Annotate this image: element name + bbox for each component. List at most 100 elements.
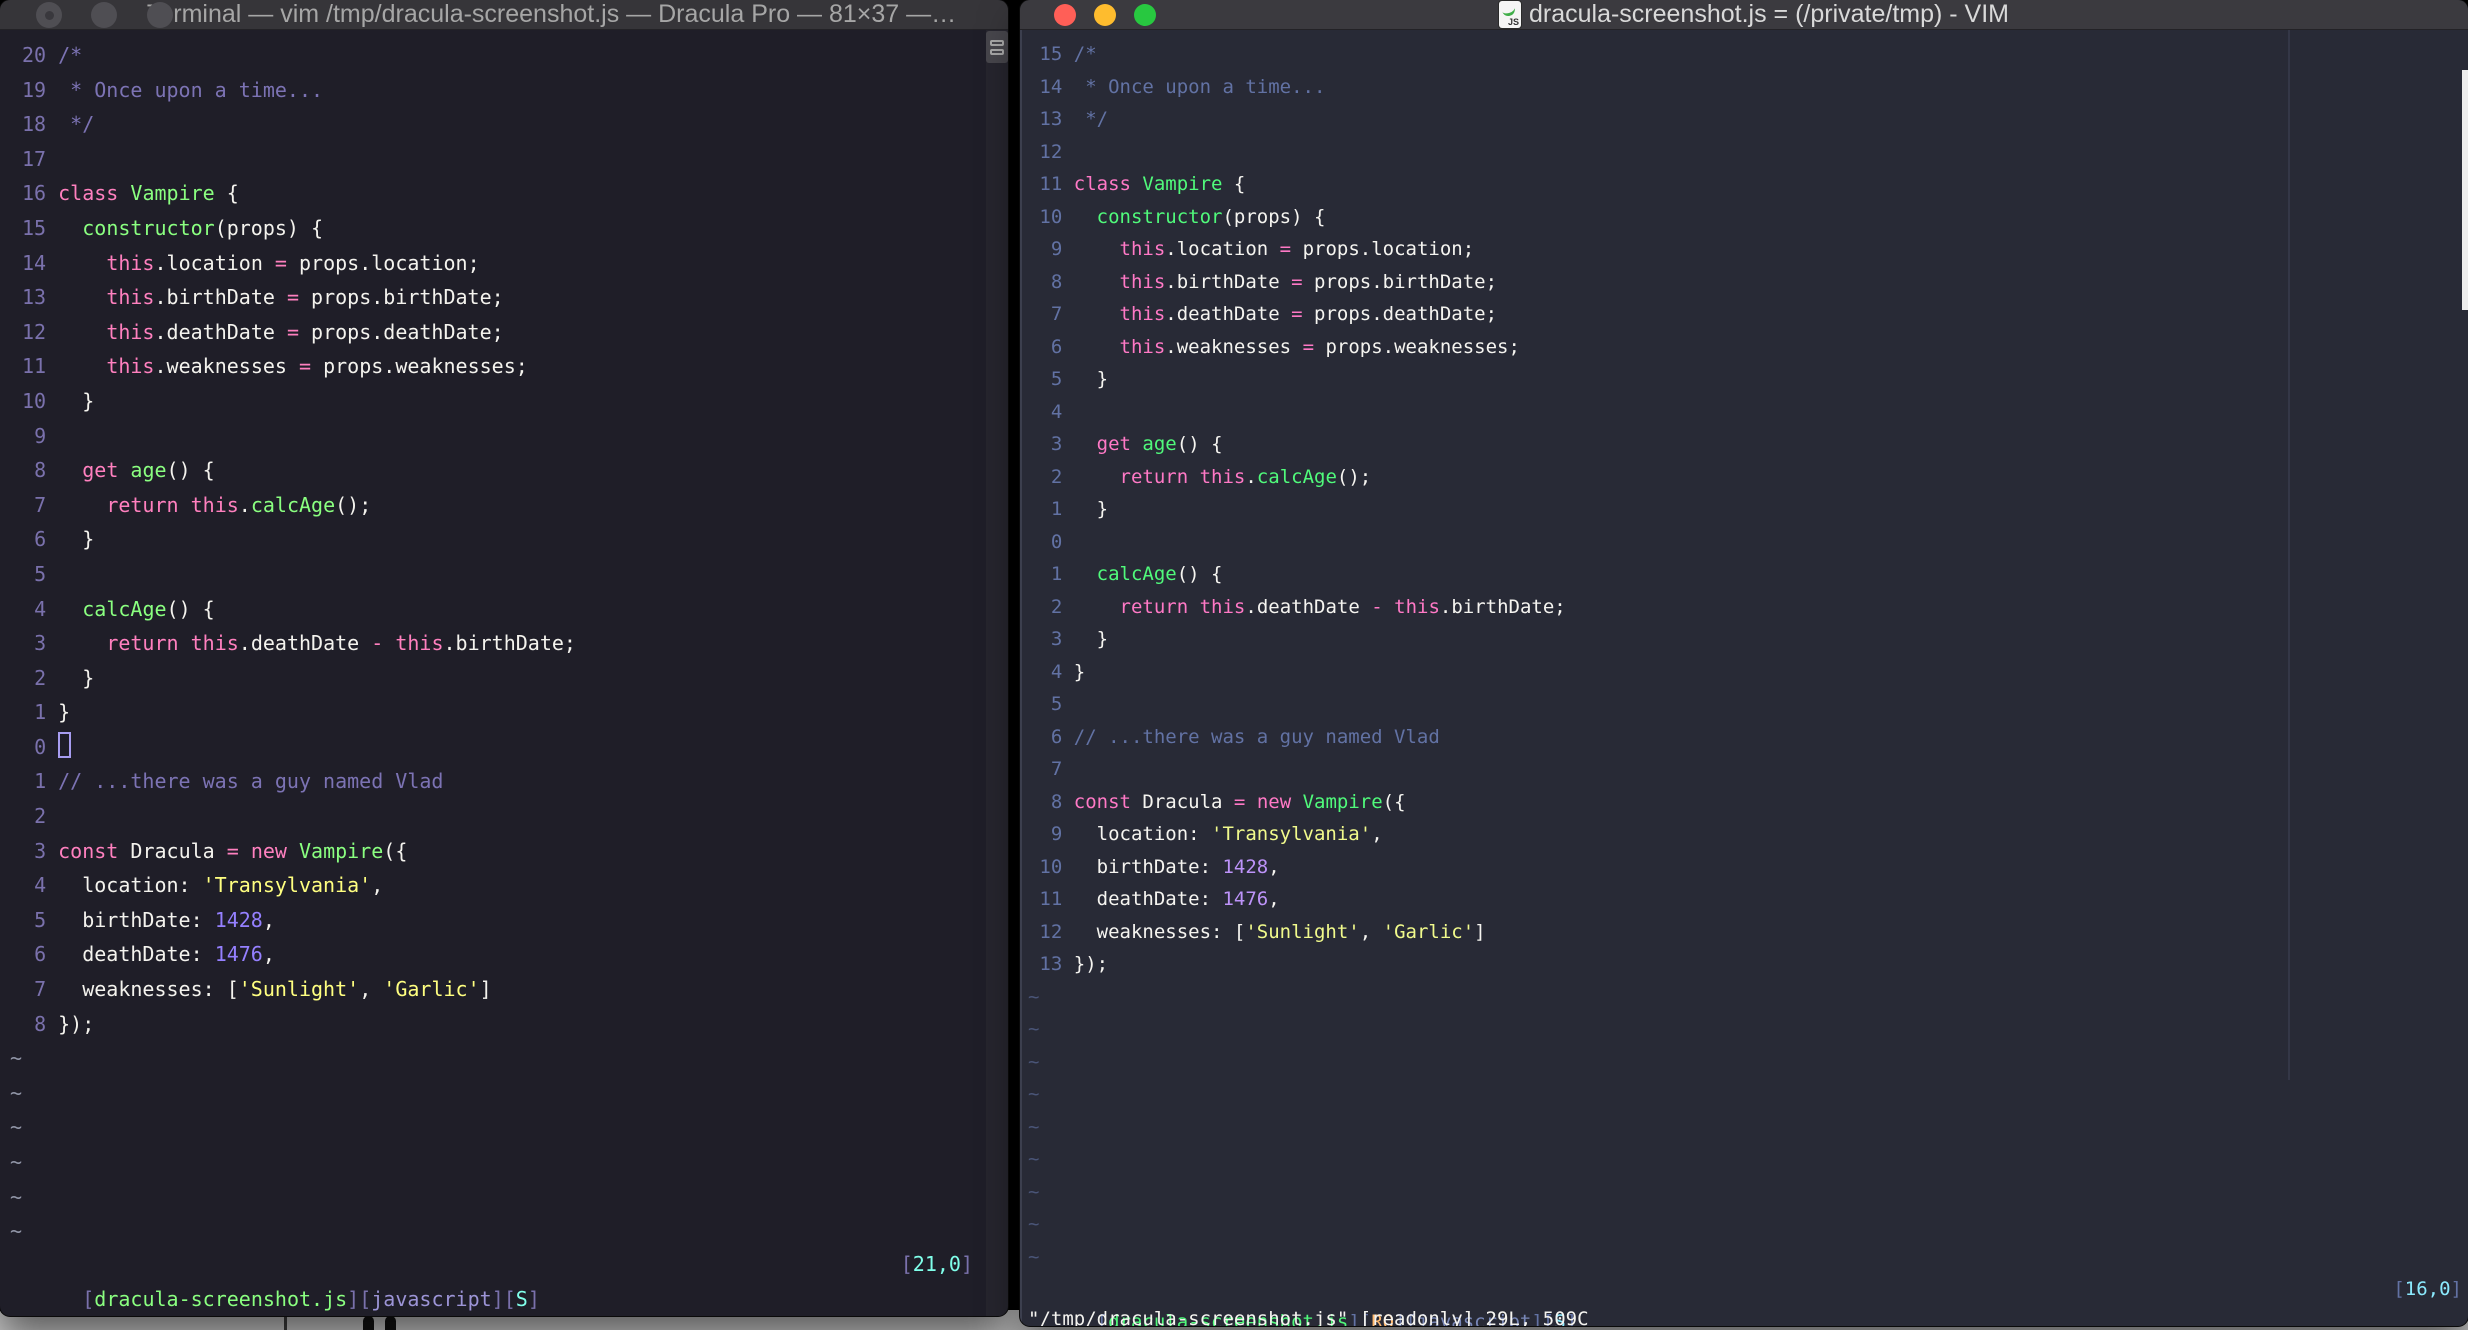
line-number: 5 <box>1050 368 1063 390</box>
code-token: this <box>190 631 239 656</box>
cursor-position: [21,0] <box>901 1247 973 1282</box>
js-file-icon-label: JS <box>1507 17 1519 27</box>
empty-buffer-line: ~ <box>1028 1176 2468 1209</box>
terminal-vim-buffer: 20/* 19 * Once upon a time... 18 */17 16 cla… <box>0 30 986 1316</box>
macvim-buffer: 15/* 14 * Once upon a time... 13 */12 11 cla… <box>1020 30 2468 1326</box>
code-line: 7 <box>1028 753 2468 786</box>
code-line: 5 <box>1028 688 2468 721</box>
code-token: - <box>1371 595 1383 618</box>
code-token: 1476 <box>1222 888 1269 910</box>
cursor-position: [16,0] <box>2393 1273 2462 1306</box>
vim-command-line: "/tmp/dracula-screenshot.js" [readonly] … <box>1028 1308 1589 1326</box>
line-number: 7 <box>34 977 47 1002</box>
empty-buffer-line: ~ <box>1028 1241 2468 1274</box>
code-token: Vampire <box>1302 790 1383 813</box>
status-segment: dracula-screenshot.js <box>94 1286 348 1311</box>
code-token: birthDate: <box>58 907 215 932</box>
code-line: 3 } <box>1028 623 2468 656</box>
code-token: location: <box>58 873 203 898</box>
code-token: this <box>190 492 239 517</box>
code-token: return <box>106 631 179 656</box>
scrollbar-edge-line <box>2288 30 2290 1080</box>
line-number: 6 <box>1050 335 1063 358</box>
line-number: 3 <box>1050 433 1063 455</box>
split-pane-button[interactable] <box>986 31 1008 63</box>
line-number: 13 <box>22 285 47 310</box>
code-token: .birthDate; <box>1439 595 1566 618</box>
line-number: 6 <box>34 527 47 552</box>
code-token: } <box>1073 368 1109 390</box>
code-line: 15 constructor(props) { <box>10 211 986 246</box>
code-token: weaknesses: [ <box>1073 920 1246 943</box>
line-number: 10 <box>22 388 47 413</box>
status-segment: javascript <box>371 1286 492 1311</box>
code-token: weaknesses: [ <box>58 977 239 1002</box>
code-token: 'Sunlight' <box>1245 920 1360 943</box>
macvim-titlebar[interactable]: JS dracula-screenshot.js = (/private/tmp… <box>1020 0 2468 30</box>
code-line: 4 calcAge() { <box>10 592 986 627</box>
line-number: 4 <box>34 873 47 898</box>
line-number: 8 <box>34 1011 47 1036</box>
tilde-marker: ~ <box>10 1046 23 1071</box>
empty-buffer-line: ~ <box>10 1076 986 1111</box>
code-token: () { <box>166 458 215 483</box>
line-number: 6 <box>34 942 47 967</box>
code-token: (props) { <box>1222 205 1326 228</box>
status-segment: ] <box>527 1286 540 1311</box>
code-token: 1428 <box>1222 855 1269 878</box>
code-token: this <box>1199 465 1246 488</box>
line-number: 0 <box>34 734 47 759</box>
code-line: 1 // ...there was a guy named Vlad <box>10 764 986 799</box>
empty-buffer-line: ~ <box>1028 1111 2468 1144</box>
line-number: 13 <box>1039 953 1063 975</box>
close-button[interactable] <box>36 2 62 28</box>
line-number: 4 <box>34 596 47 621</box>
zoom-button[interactable] <box>147 2 173 28</box>
zoom-button[interactable] <box>1134 4 1156 26</box>
code-token: Dracula <box>118 838 227 863</box>
minimize-button[interactable] <box>1094 4 1116 26</box>
code-line: 11 this.weaknesses = props.weaknesses; <box>10 349 986 384</box>
code-token: deathDate: <box>1073 888 1223 910</box>
line-number: 15 <box>1039 43 1063 65</box>
code-token: calcAge <box>82 596 167 621</box>
empty-buffer-line: ~ <box>1028 1208 2468 1241</box>
code-token: } <box>58 665 95 690</box>
line-number: 16 <box>22 181 47 206</box>
code-line: 2 return this.calcAge(); <box>1028 461 2468 494</box>
vim-statusline: [dracula-screenshot.js][javascript][S] [… <box>0 1247 986 1316</box>
minimize-button[interactable] <box>91 2 117 28</box>
code-line: 14 * Once upon a time... <box>1028 71 2468 104</box>
code-token: Vampire <box>299 838 384 863</box>
empty-buffer-line: ~ <box>1028 1046 2468 1079</box>
tilde-marker: ~ <box>1028 1115 1040 1138</box>
code-token: . <box>238 492 251 517</box>
line-number: 5 <box>1050 693 1063 715</box>
tilde-marker: ~ <box>1028 1213 1040 1235</box>
code-token: = <box>298 354 312 379</box>
close-button[interactable] <box>1054 4 1076 26</box>
code-line: 5 birthDate: 1428, <box>10 903 986 938</box>
tilde-marker: ~ <box>10 1184 23 1209</box>
code-token: props.weaknesses; <box>311 354 528 379</box>
window-left-border <box>1020 30 1022 1326</box>
terminal-scrollbar[interactable] <box>986 30 1008 1316</box>
line-number: 4 <box>1050 660 1063 683</box>
code-line: 1 } <box>1028 493 2468 526</box>
line-number: 3 <box>1050 628 1063 650</box>
code-token: this <box>395 631 444 656</box>
line-number: 18 <box>22 112 47 137</box>
line-number: 1 <box>34 700 47 725</box>
code-token: props.deathDate; <box>298 319 504 344</box>
line-number: 12 <box>22 319 47 344</box>
code-token: { <box>1222 173 1246 195</box>
tilde-marker: ~ <box>1028 1180 1040 1203</box>
